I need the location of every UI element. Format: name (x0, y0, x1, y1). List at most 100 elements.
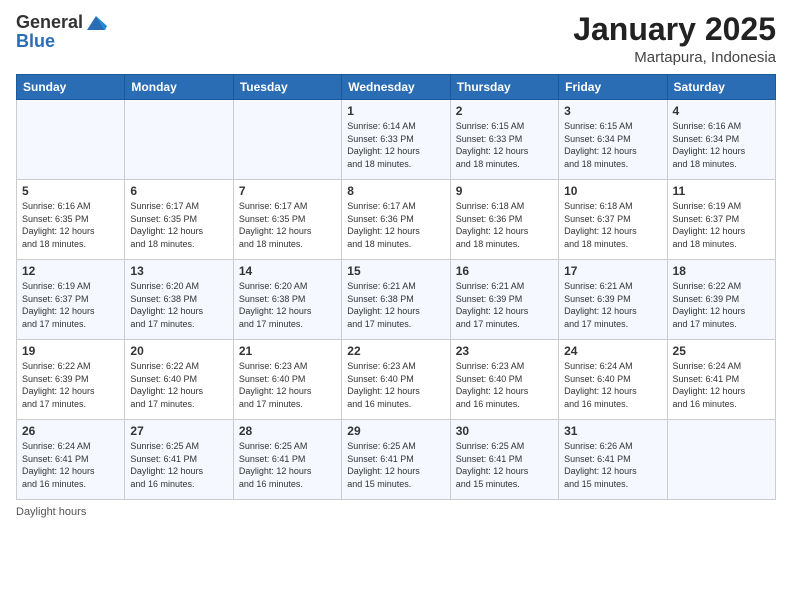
day-info: Sunrise: 6:24 AM Sunset: 6:40 PM Dayligh… (564, 360, 661, 410)
calendar-day-cell: 11 Sunrise: 6:19 AM Sunset: 6:37 PM Dayli… (667, 180, 775, 260)
day-info: Sunrise: 6:22 AM Sunset: 6:39 PM Dayligh… (673, 280, 770, 330)
calendar-week-row: 26 Sunrise: 6:24 AM Sunset: 6:41 PM Dayli… (17, 420, 776, 500)
calendar-day-cell: 20 Sunrise: 6:22 AM Sunset: 6:40 PM Dayli… (125, 340, 233, 420)
day-number: 17 (564, 264, 661, 278)
day-number: 12 (22, 264, 119, 278)
calendar-day-cell: 2 Sunrise: 6:15 AM Sunset: 6:33 PM Daylig… (450, 100, 558, 180)
calendar-header-row: SundayMondayTuesdayWednesdayThursdayFrid… (17, 75, 776, 100)
calendar-day-cell: 15 Sunrise: 6:21 AM Sunset: 6:38 PM Dayli… (342, 260, 450, 340)
day-number: 5 (22, 184, 119, 198)
day-number: 7 (239, 184, 336, 198)
day-number: 23 (456, 344, 553, 358)
calendar-day-cell: 7Sunrise: 6:17 AM Sunset: 6:35 PM Daylig… (233, 180, 341, 260)
day-info: Sunrise: 6:16 AM Sunset: 6:34 PM Dayligh… (673, 120, 770, 170)
day-number: 6 (130, 184, 227, 198)
calendar-day-cell: 31 Sunrise: 6:26 AM Sunset: 6:41 PM Dayli… (559, 420, 667, 500)
calendar-week-row: 19 Sunrise: 6:22 AM Sunset: 6:39 PM Dayli… (17, 340, 776, 420)
calendar-day-cell (17, 100, 125, 180)
calendar-day-cell: 13Sunrise: 6:20 AM Sunset: 6:38 PM Dayli… (125, 260, 233, 340)
day-info: Sunrise: 6:21 AM Sunset: 6:39 PM Dayligh… (456, 280, 553, 330)
day-info: Sunrise: 6:23 AM Sunset: 6:40 PM Dayligh… (456, 360, 553, 410)
calendar-day-header: Sunday (17, 75, 125, 100)
calendar-day-cell (233, 100, 341, 180)
calendar-day-cell: 28 Sunrise: 6:25 AM Sunset: 6:41 PM Dayli… (233, 420, 341, 500)
day-number: 18 (673, 264, 770, 278)
calendar-day-cell: 9Sunrise: 6:18 AM Sunset: 6:36 PM Daylig… (450, 180, 558, 260)
day-number: 14 (239, 264, 336, 278)
day-number: 26 (22, 424, 119, 438)
day-number: 3 (564, 104, 661, 118)
logo-blue-text: Blue (16, 32, 107, 52)
day-info: Sunrise: 6:17 AM Sunset: 6:35 PM Dayligh… (130, 200, 227, 250)
calendar-day-cell (125, 100, 233, 180)
day-info: Sunrise: 6:25 AM Sunset: 6:41 PM Dayligh… (239, 440, 336, 490)
day-info: Sunrise: 6:22 AM Sunset: 6:40 PM Dayligh… (130, 360, 227, 410)
day-info: Sunrise: 6:23 AM Sunset: 6:40 PM Dayligh… (347, 360, 444, 410)
day-number: 11 (673, 184, 770, 198)
calendar-day-cell: 6 Sunrise: 6:17 AM Sunset: 6:35 PM Daylig… (125, 180, 233, 260)
day-number: 1 (347, 104, 444, 118)
day-number: 28 (239, 424, 336, 438)
title-block: January 2025 Martapura, Indonesia (573, 12, 776, 66)
day-info: Sunrise: 6:21 AM Sunset: 6:38 PM Dayligh… (347, 280, 444, 330)
day-info: Sunrise: 6:19 AM Sunset: 6:37 PM Dayligh… (673, 200, 770, 250)
calendar-day-cell: 24 Sunrise: 6:24 AM Sunset: 6:40 PM Dayli… (559, 340, 667, 420)
day-info: Sunrise: 6:18 AM Sunset: 6:36 PM Dayligh… (456, 200, 553, 250)
day-number: 2 (456, 104, 553, 118)
day-info: Sunrise: 6:20 AM Sunset: 6:38 PM Dayligh… (239, 280, 336, 330)
logo-icon (85, 12, 107, 34)
day-info: Sunrise: 6:23 AM Sunset: 6:40 PM Dayligh… (239, 360, 336, 410)
calendar-location: Martapura, Indonesia (573, 49, 776, 66)
day-number: 15 (347, 264, 444, 278)
logo-general-text: General (16, 13, 83, 33)
day-info: Sunrise: 6:22 AM Sunset: 6:39 PM Dayligh… (22, 360, 119, 410)
day-number: 24 (564, 344, 661, 358)
day-number: 25 (673, 344, 770, 358)
calendar-week-row: 12 Sunrise: 6:19 AM Sunset: 6:37 PM Dayli… (17, 260, 776, 340)
day-info: Sunrise: 6:26 AM Sunset: 6:41 PM Dayligh… (564, 440, 661, 490)
calendar-day-header: Saturday (667, 75, 775, 100)
day-info: Sunrise: 6:25 AM Sunset: 6:41 PM Dayligh… (130, 440, 227, 490)
day-info: Sunrise: 6:15 AM Sunset: 6:34 PM Dayligh… (564, 120, 661, 170)
day-info: Sunrise: 6:21 AM Sunset: 6:39 PM Dayligh… (564, 280, 661, 330)
calendar-day-cell: 12 Sunrise: 6:19 AM Sunset: 6:37 PM Dayli… (17, 260, 125, 340)
day-number: 29 (347, 424, 444, 438)
day-number: 22 (347, 344, 444, 358)
header: General Blue January 2025 Martapura, Ind… (16, 12, 776, 66)
calendar-week-row: 1 Sunrise: 6:14 AM Sunset: 6:33 PM Daylig… (17, 100, 776, 180)
calendar-title: January 2025 (573, 12, 776, 47)
calendar-day-cell: 27 Sunrise: 6:25 AM Sunset: 6:41 PM Dayli… (125, 420, 233, 500)
calendar-day-cell: 17 Sunrise: 6:21 AM Sunset: 6:39 PM Dayli… (559, 260, 667, 340)
day-info: Sunrise: 6:16 AM Sunset: 6:35 PM Dayligh… (22, 200, 119, 250)
day-number: 21 (239, 344, 336, 358)
day-number: 19 (22, 344, 119, 358)
day-info: Sunrise: 6:19 AM Sunset: 6:37 PM Dayligh… (22, 280, 119, 330)
day-number: 20 (130, 344, 227, 358)
calendar-day-header: Wednesday (342, 75, 450, 100)
calendar-day-cell: 19 Sunrise: 6:22 AM Sunset: 6:39 PM Dayli… (17, 340, 125, 420)
calendar-day-cell: 10Sunrise: 6:18 AM Sunset: 6:37 PM Dayli… (559, 180, 667, 260)
calendar-day-cell: 18 Sunrise: 6:22 AM Sunset: 6:39 PM Dayli… (667, 260, 775, 340)
day-number: 10 (564, 184, 661, 198)
day-info: Sunrise: 6:14 AM Sunset: 6:33 PM Dayligh… (347, 120, 444, 170)
calendar-day-cell: 22 Sunrise: 6:23 AM Sunset: 6:40 PM Dayli… (342, 340, 450, 420)
day-info: Sunrise: 6:20 AM Sunset: 6:38 PM Dayligh… (130, 280, 227, 330)
logo: General Blue (16, 12, 107, 52)
day-number: 27 (130, 424, 227, 438)
footer: Daylight hours (16, 506, 776, 518)
page: General Blue January 2025 Martapura, Ind… (0, 0, 792, 612)
calendar-day-cell: 23 Sunrise: 6:23 AM Sunset: 6:40 PM Dayli… (450, 340, 558, 420)
calendar-day-cell: 1 Sunrise: 6:14 AM Sunset: 6:33 PM Daylig… (342, 100, 450, 180)
calendar-week-row: 5 Sunrise: 6:16 AM Sunset: 6:35 PM Daylig… (17, 180, 776, 260)
day-info: Sunrise: 6:24 AM Sunset: 6:41 PM Dayligh… (22, 440, 119, 490)
calendar-day-cell: 3 Sunrise: 6:15 AM Sunset: 6:34 PM Daylig… (559, 100, 667, 180)
day-info: Sunrise: 6:24 AM Sunset: 6:41 PM Dayligh… (673, 360, 770, 410)
day-info: Sunrise: 6:15 AM Sunset: 6:33 PM Dayligh… (456, 120, 553, 170)
day-number: 31 (564, 424, 661, 438)
day-number: 16 (456, 264, 553, 278)
calendar-day-cell: 16 Sunrise: 6:21 AM Sunset: 6:39 PM Dayli… (450, 260, 558, 340)
day-info: Sunrise: 6:25 AM Sunset: 6:41 PM Dayligh… (456, 440, 553, 490)
calendar-day-header: Monday (125, 75, 233, 100)
day-info: Sunrise: 6:17 AM Sunset: 6:36 PM Dayligh… (347, 200, 444, 250)
calendar-day-cell: 29Sunrise: 6:25 AM Sunset: 6:41 PM Dayli… (342, 420, 450, 500)
